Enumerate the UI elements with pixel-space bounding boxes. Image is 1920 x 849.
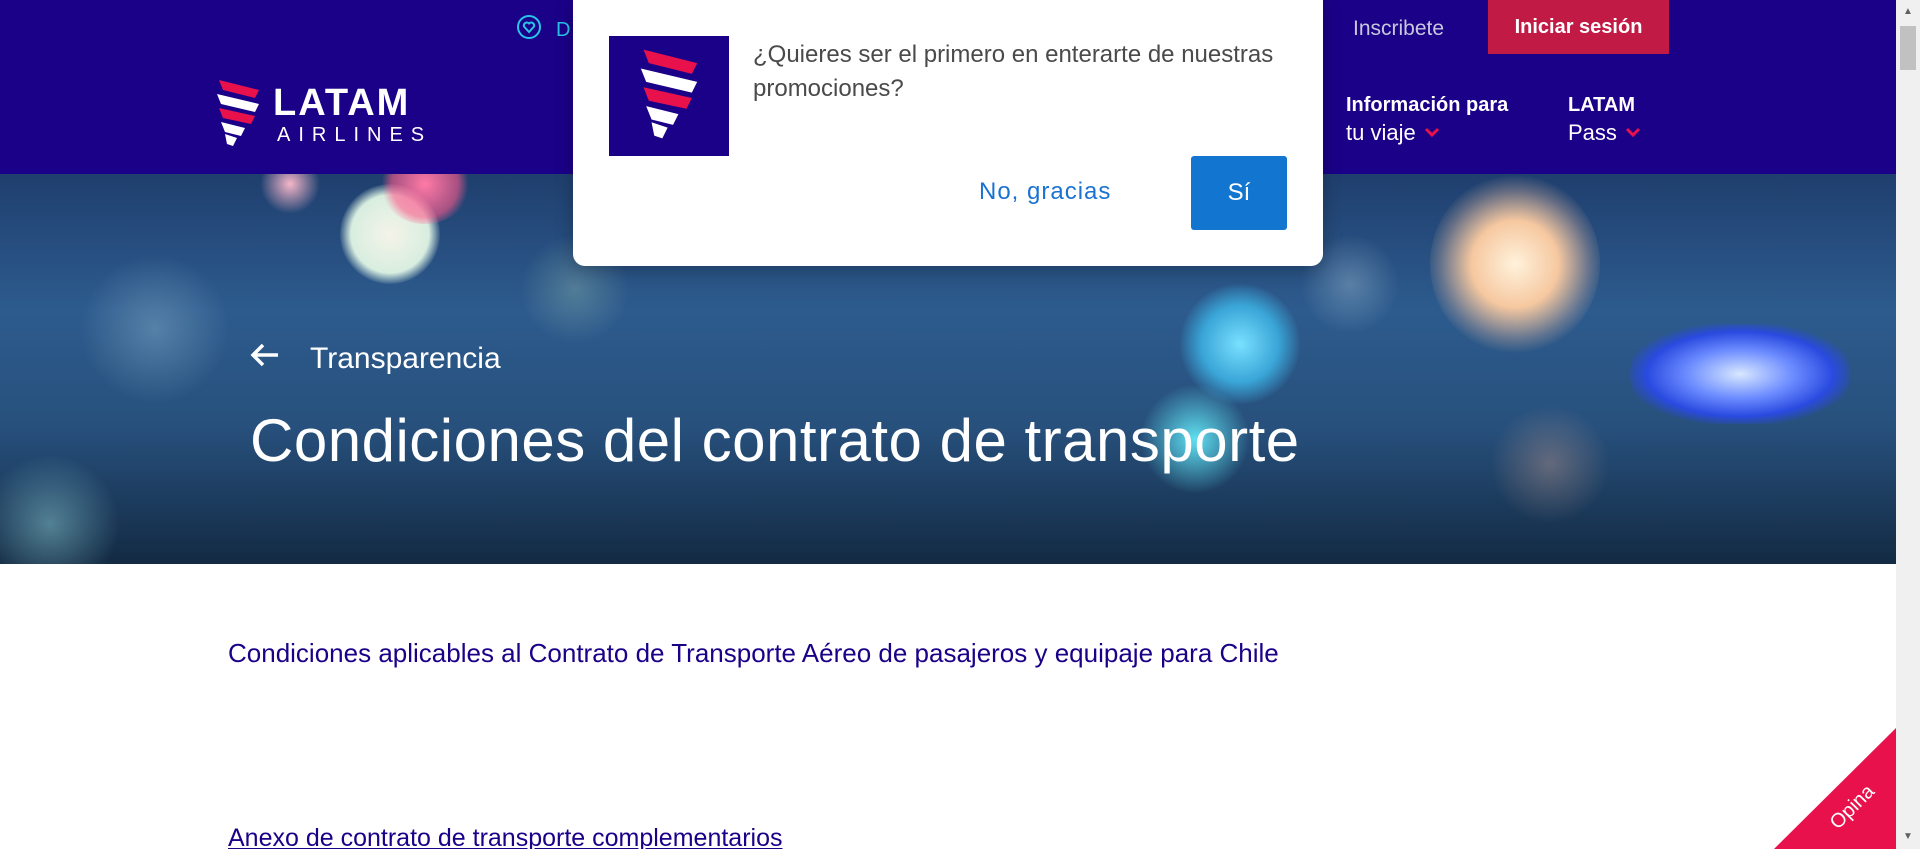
chevron-down-icon [1625,119,1641,146]
bokeh-light [0,454,120,564]
promo-label: D [556,18,571,41]
dialog-question: ¿Quieres ser el primero en enterarte de … [753,41,1274,102]
register-link[interactable]: Inscribete [1353,17,1444,41]
dialog-logo [609,36,729,156]
breadcrumb-label: Transparencia [310,342,501,375]
nav-latam-pass[interactable]: LATAM Pass [1568,92,1641,146]
bokeh-light [260,174,320,214]
bokeh-light [80,254,230,404]
section-heading: Condiciones aplicables al Contrato de Tr… [228,638,1279,668]
latam-logo-icon [215,78,261,153]
heart-hand-icon [516,14,542,46]
annex-link[interactable]: Anexo de contrato de transporte compleme… [228,824,782,849]
latam-logo-icon [638,47,700,146]
logo-wordmark: LATAM [273,81,411,124]
scroll-up-icon[interactable]: ▲ [1896,2,1920,22]
page-title: Condiciones del contrato de transporte [250,407,1300,474]
decline-button[interactable]: No, gracias [979,178,1111,206]
bokeh-light [1630,324,1850,424]
bokeh-light [1490,404,1610,524]
nav-latam-pass-line2: Pass [1568,120,1617,145]
scrollbar-thumb[interactable] [1900,26,1916,70]
logo-subwordmark: AIRLINES [277,123,433,146]
scroll-down-icon[interactable]: ▼ [1896,827,1920,847]
login-button[interactable]: Iniciar sesión [1488,0,1669,54]
feedback-tab-background [1774,728,1896,849]
promo-subscribe-dialog: ¿Quieres ser el primero en enterarte de … [573,0,1323,266]
nav-travel-info[interactable]: Información para tu viaje [1346,92,1508,146]
breadcrumb-back-link[interactable]: Transparencia [250,342,501,376]
page-scrollbar[interactable]: ▲ ▼ [1896,0,1920,849]
latam-logo[interactable]: LATAM AIRLINES [215,78,432,153]
nav-latam-pass-line1: LATAM [1568,94,1636,116]
feedback-tab[interactable]: Opina [1774,728,1896,849]
chevron-down-icon [1424,119,1440,146]
accept-button[interactable]: Sí [1191,156,1287,230]
promo-link[interactable]: D [516,14,570,46]
arrow-left-icon [250,342,280,376]
bokeh-light [1430,174,1600,354]
nav-travel-info-line2: tu viaje [1346,120,1416,145]
nav-travel-info-line1: Información para [1346,94,1509,116]
